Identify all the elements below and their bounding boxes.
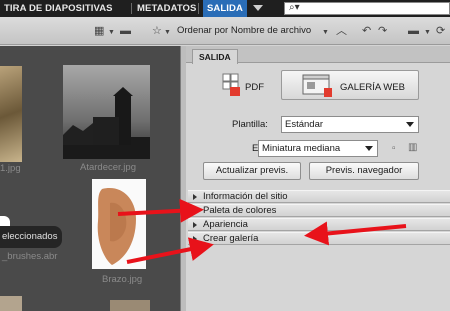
search-icon[interactable]: ⌕▾: [289, 1, 300, 15]
refresh-icon[interactable]: ⟳: [436, 25, 445, 37]
arm-photo: [97, 188, 136, 265]
rotate-right-icon[interactable]: ↷: [378, 25, 387, 37]
rotate-left-icon[interactable]: ↶: [362, 25, 371, 37]
thumbnail-portrait[interactable]: [0, 66, 22, 162]
sort-direction-icon[interactable]: ︿: [336, 25, 347, 37]
web-gallery-icon: [302, 74, 334, 98]
content-browser: 1.jpg Atardecer.jpg eleccionados _brushe…: [0, 46, 180, 311]
trash-icon[interactable]: ▥: [408, 142, 417, 153]
thumbnail-brazo[interactable]: [92, 179, 146, 269]
thumbnail-caption: Brazo.jpg: [102, 274, 143, 285]
style-select[interactable]: Miniatura mediana: [258, 140, 378, 157]
menu-bar: TIRA DE DIAPOSITIVAS METADATOS SALIDA ⌕▾: [0, 0, 450, 17]
chevron-down-icon: [365, 146, 373, 151]
chevron-down-icon: [406, 122, 414, 127]
menu-item-metadatos[interactable]: METADATOS: [137, 0, 196, 17]
thumbnail-partial[interactable]: [110, 300, 150, 311]
section-apariencia[interactable]: Apariencia: [188, 218, 450, 231]
menu-item-salida[interactable]: SALIDA: [203, 0, 247, 17]
template-label: Plantilla:: [232, 119, 268, 130]
new-style-icon[interactable]: ▫: [392, 143, 396, 154]
thumbnail-caption: _brushes.abr: [2, 251, 58, 262]
thumbnail-caption: Atardecer.jpg: [80, 162, 136, 173]
style-value: Miniatura mediana: [262, 143, 341, 154]
sort-dropdown[interactable]: Ordenar por Nombre de archivo: [177, 25, 311, 36]
pdf-button-label[interactable]: PDF: [245, 82, 264, 93]
chevron-down-icon[interactable]: [253, 5, 263, 11]
panel-tabstrip: SALIDA: [186, 46, 450, 64]
thumbnail-atardecer[interactable]: [63, 65, 150, 159]
grid-view-icon[interactable]: ▦: [94, 25, 104, 37]
chevron-right-icon: [193, 222, 197, 228]
section-informacion-del-sitio[interactable]: Información del sitio: [188, 190, 450, 203]
toolbar: ▦ ▼ ▬ ☆ ▼ Ordenar por Nombre de archivo …: [0, 17, 450, 45]
chevron-right-icon: [193, 236, 197, 242]
menu-separator: [198, 3, 199, 14]
section-crear-galeria[interactable]: Crear galería: [188, 232, 450, 245]
church-silhouette: [63, 87, 150, 159]
chevron-right-icon: [193, 194, 197, 200]
filmstrip-view-icon[interactable]: ▬: [120, 25, 131, 37]
selection-badge: eleccionados: [0, 226, 62, 248]
tab-salida[interactable]: SALIDA: [192, 49, 238, 64]
search-input[interactable]: [284, 2, 450, 15]
chevron-down-icon[interactable]: ▼: [164, 27, 171, 39]
chevron-right-icon: [193, 208, 197, 214]
thumbnail-partial[interactable]: [0, 296, 22, 311]
browser-preview-button[interactable]: Previs. navegador: [309, 162, 419, 180]
template-select[interactable]: Estándar: [281, 116, 419, 133]
chevron-down-icon[interactable]: ▼: [424, 27, 431, 39]
thumbnail-caption: 1.jpg: [0, 163, 21, 174]
chevron-down-icon[interactable]: ▼: [108, 27, 115, 39]
section-paleta-de-colores[interactable]: Paleta de colores: [188, 204, 450, 217]
star-filter-icon[interactable]: ☆: [152, 25, 162, 37]
web-gallery-label: GALERÍA WEB: [340, 82, 405, 93]
menu-item-tira-de-diapositivas[interactable]: TIRA DE DIAPOSITIVAS: [4, 0, 113, 17]
update-preview-button[interactable]: Actualizar previs.: [203, 162, 301, 180]
pdf-icon[interactable]: [222, 73, 242, 97]
template-value: Estándar: [285, 119, 324, 130]
chevron-down-icon[interactable]: ▼: [322, 27, 329, 39]
menu-separator: [131, 3, 132, 14]
folder-icon[interactable]: ▬: [408, 25, 419, 37]
